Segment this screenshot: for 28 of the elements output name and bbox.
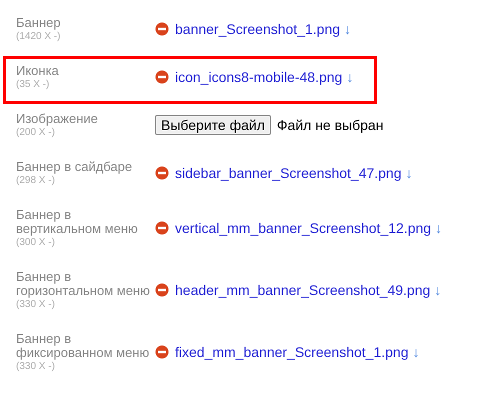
remove-icon[interactable]	[155, 22, 169, 36]
size-hint: (330 X -)	[16, 298, 55, 311]
field-label: Баннер в горизонтальном меню	[16, 270, 151, 298]
remove-icon[interactable]	[155, 221, 169, 235]
field-label: Иконка	[16, 64, 59, 78]
size-hint: (330 X -)	[16, 360, 55, 373]
size-hint: (1420 X -)	[16, 30, 60, 43]
file-link[interactable]: vertical_mm_banner_Screenshot_12.png	[175, 220, 432, 236]
choose-file-button[interactable]: Выберите файл	[155, 115, 271, 135]
size-hint: (35 X -)	[16, 78, 50, 91]
field-label: Изображение	[16, 112, 98, 126]
file-link[interactable]: banner_Screenshot_1.png	[175, 21, 340, 37]
file-link[interactable]: header_mm_banner_Screenshot_49.png	[175, 282, 430, 298]
file-link[interactable]: sidebar_banner_Screenshot_47.png	[175, 165, 402, 181]
field-label: Баннер	[16, 16, 61, 30]
file-link[interactable]: icon_icons8-mobile-48.png	[175, 69, 342, 85]
field-label: Баннер в вертикальном меню	[16, 208, 139, 236]
file-link[interactable]: fixed_mm_banner_Screenshot_1.png	[175, 344, 408, 360]
field-label: Баннер в фиксированном меню	[16, 332, 150, 360]
file-status: Файл не выбран	[276, 117, 384, 133]
remove-icon[interactable]	[155, 166, 169, 180]
remove-icon[interactable]	[155, 70, 169, 84]
remove-icon[interactable]	[155, 345, 169, 359]
field-label: Баннер в сайдбаре	[16, 160, 132, 174]
remove-icon[interactable]	[155, 283, 169, 297]
size-hint: (200 X -)	[16, 126, 55, 139]
size-hint: (298 X -)	[16, 174, 55, 187]
size-hint: (300 X -)	[16, 236, 55, 249]
